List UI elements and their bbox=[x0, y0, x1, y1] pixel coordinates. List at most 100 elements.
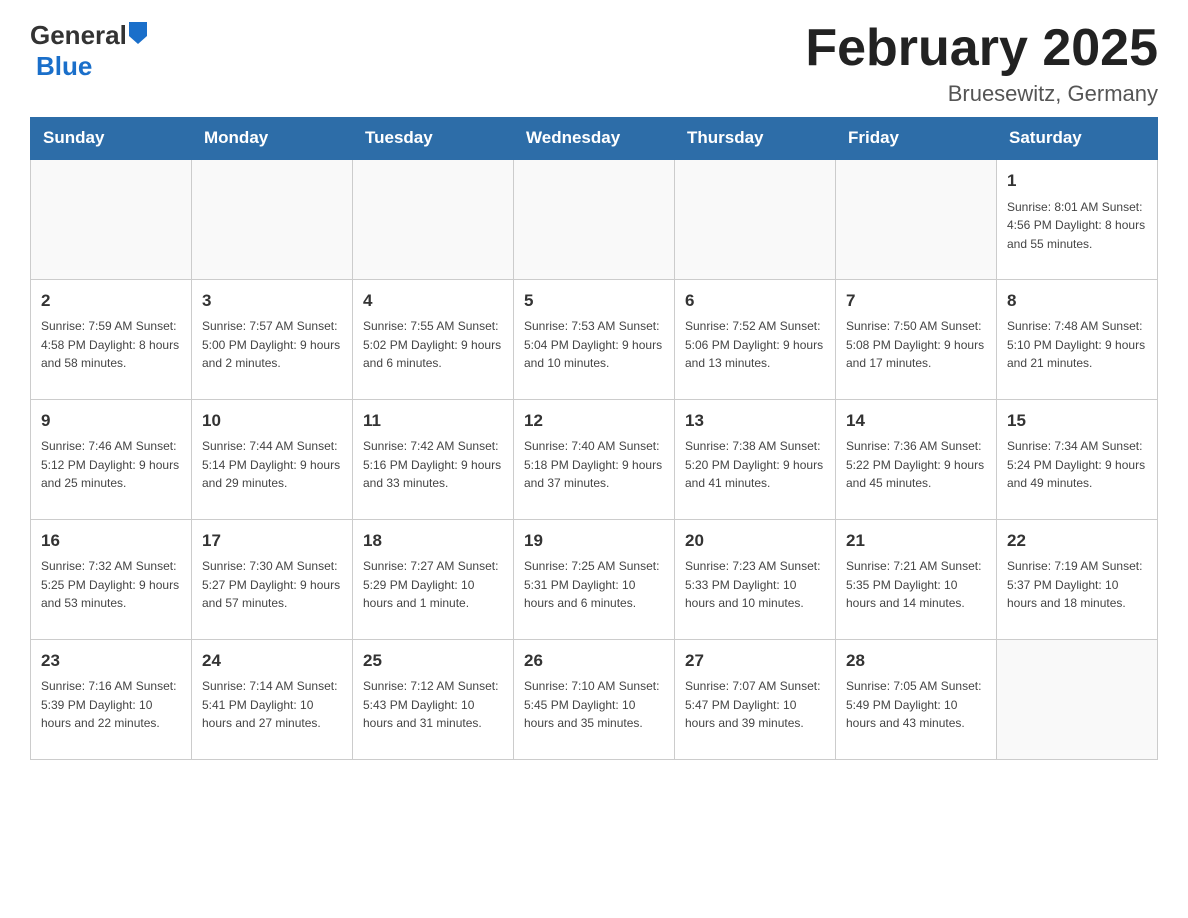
calendar-day-cell: 12 Sunrise: 7:40 AM Sunset: 5:18 PM Dayli… bbox=[514, 399, 675, 519]
calendar-day-cell: 9 Sunrise: 7:46 AM Sunset: 5:12 PM Daylig… bbox=[31, 399, 192, 519]
day-number: 15 bbox=[1007, 408, 1147, 434]
day-info: Sunrise: 7:21 AM Sunset: 5:35 PM Dayligh… bbox=[846, 557, 986, 613]
day-info: Sunrise: 7:50 AM Sunset: 5:08 PM Dayligh… bbox=[846, 317, 986, 373]
day-number: 17 bbox=[202, 528, 342, 554]
calendar-day-cell: 14 Sunrise: 7:36 AM Sunset: 5:22 PM Dayli… bbox=[836, 399, 997, 519]
day-number: 4 bbox=[363, 288, 503, 314]
day-info: Sunrise: 7:14 AM Sunset: 5:41 PM Dayligh… bbox=[202, 677, 342, 733]
day-number: 13 bbox=[685, 408, 825, 434]
calendar-day-cell: 10 Sunrise: 7:44 AM Sunset: 5:14 PM Dayli… bbox=[192, 399, 353, 519]
day-info: Sunrise: 7:07 AM Sunset: 5:47 PM Dayligh… bbox=[685, 677, 825, 733]
day-number: 19 bbox=[524, 528, 664, 554]
logo: General Blue bbox=[30, 20, 147, 82]
day-number: 8 bbox=[1007, 288, 1147, 314]
day-number: 7 bbox=[846, 288, 986, 314]
calendar-day-cell: 8 Sunrise: 7:48 AM Sunset: 5:10 PM Daylig… bbox=[997, 279, 1158, 399]
day-info: Sunrise: 7:46 AM Sunset: 5:12 PM Dayligh… bbox=[41, 437, 181, 493]
day-number: 14 bbox=[846, 408, 986, 434]
calendar-day-cell: 6Sunrise: 7:52 AM Sunset: 5:06 PM Daylig… bbox=[675, 279, 836, 399]
day-number: 10 bbox=[202, 408, 342, 434]
page-title: February 2025 bbox=[805, 20, 1158, 77]
calendar-day-cell: 2 Sunrise: 7:59 AM Sunset: 4:58 PM Daylig… bbox=[31, 279, 192, 399]
calendar-day-cell: 16 Sunrise: 7:32 AM Sunset: 5:25 PM Dayli… bbox=[31, 519, 192, 639]
day-info: Sunrise: 7:44 AM Sunset: 5:14 PM Dayligh… bbox=[202, 437, 342, 493]
day-number: 21 bbox=[846, 528, 986, 554]
day-info: Sunrise: 7:23 AM Sunset: 5:33 PM Dayligh… bbox=[685, 557, 825, 613]
day-info: Sunrise: 7:19 AM Sunset: 5:37 PM Dayligh… bbox=[1007, 557, 1147, 613]
day-info: Sunrise: 8:01 AM Sunset: 4:56 PM Dayligh… bbox=[1007, 198, 1147, 254]
calendar-day-cell: 26Sunrise: 7:10 AM Sunset: 5:45 PM Dayli… bbox=[514, 639, 675, 759]
calendar-day-cell: 3Sunrise: 7:57 AM Sunset: 5:00 PM Daylig… bbox=[192, 279, 353, 399]
logo-general-text: General bbox=[30, 20, 127, 51]
day-number: 26 bbox=[524, 648, 664, 674]
calendar-day-cell bbox=[31, 159, 192, 279]
calendar-day-cell bbox=[675, 159, 836, 279]
calendar-day-cell: 22 Sunrise: 7:19 AM Sunset: 5:37 PM Dayli… bbox=[997, 519, 1158, 639]
calendar-day-cell: 17 Sunrise: 7:30 AM Sunset: 5:27 PM Dayli… bbox=[192, 519, 353, 639]
day-of-week-header: Tuesday bbox=[353, 118, 514, 160]
day-number: 1 bbox=[1007, 168, 1147, 194]
day-number: 25 bbox=[363, 648, 503, 674]
calendar-header-row: SundayMondayTuesdayWednesdayThursdayFrid… bbox=[31, 118, 1158, 160]
calendar-table: SundayMondayTuesdayWednesdayThursdayFrid… bbox=[30, 117, 1158, 760]
calendar-day-cell: 13 Sunrise: 7:38 AM Sunset: 5:20 PM Dayli… bbox=[675, 399, 836, 519]
day-info: Sunrise: 7:30 AM Sunset: 5:27 PM Dayligh… bbox=[202, 557, 342, 613]
day-info: Sunrise: 7:05 AM Sunset: 5:49 PM Dayligh… bbox=[846, 677, 986, 733]
calendar-day-cell: 20Sunrise: 7:23 AM Sunset: 5:33 PM Dayli… bbox=[675, 519, 836, 639]
calendar-day-cell: 4 Sunrise: 7:55 AM Sunset: 5:02 PM Daylig… bbox=[353, 279, 514, 399]
day-info: Sunrise: 7:40 AM Sunset: 5:18 PM Dayligh… bbox=[524, 437, 664, 493]
day-number: 28 bbox=[846, 648, 986, 674]
day-info: Sunrise: 7:53 AM Sunset: 5:04 PM Dayligh… bbox=[524, 317, 664, 373]
calendar-week-row: 9 Sunrise: 7:46 AM Sunset: 5:12 PM Daylig… bbox=[31, 399, 1158, 519]
day-number: 18 bbox=[363, 528, 503, 554]
calendar-day-cell bbox=[836, 159, 997, 279]
calendar-day-cell: 23 Sunrise: 7:16 AM Sunset: 5:39 PM Dayli… bbox=[31, 639, 192, 759]
day-number: 9 bbox=[41, 408, 181, 434]
day-number: 11 bbox=[363, 408, 503, 434]
calendar-day-cell: 5 Sunrise: 7:53 AM Sunset: 5:04 PM Daylig… bbox=[514, 279, 675, 399]
day-number: 16 bbox=[41, 528, 181, 554]
day-of-week-header: Monday bbox=[192, 118, 353, 160]
day-number: 27 bbox=[685, 648, 825, 674]
day-number: 12 bbox=[524, 408, 664, 434]
day-info: Sunrise: 7:36 AM Sunset: 5:22 PM Dayligh… bbox=[846, 437, 986, 493]
calendar-day-cell: 24 Sunrise: 7:14 AM Sunset: 5:41 PM Dayli… bbox=[192, 639, 353, 759]
day-number: 24 bbox=[202, 648, 342, 674]
calendar-day-cell: 11 Sunrise: 7:42 AM Sunset: 5:16 PM Dayli… bbox=[353, 399, 514, 519]
calendar-day-cell bbox=[514, 159, 675, 279]
day-info: Sunrise: 7:55 AM Sunset: 5:02 PM Dayligh… bbox=[363, 317, 503, 373]
calendar-day-cell: 28 Sunrise: 7:05 AM Sunset: 5:49 PM Dayli… bbox=[836, 639, 997, 759]
calendar-day-cell: 1 Sunrise: 8:01 AM Sunset: 4:56 PM Daylig… bbox=[997, 159, 1158, 279]
calendar-day-cell bbox=[353, 159, 514, 279]
day-info: Sunrise: 7:38 AM Sunset: 5:20 PM Dayligh… bbox=[685, 437, 825, 493]
day-number: 23 bbox=[41, 648, 181, 674]
day-number: 22 bbox=[1007, 528, 1147, 554]
calendar-day-cell: 19Sunrise: 7:25 AM Sunset: 5:31 PM Dayli… bbox=[514, 519, 675, 639]
day-number: 5 bbox=[524, 288, 664, 314]
logo-chevron-icon bbox=[129, 22, 147, 49]
day-number: 2 bbox=[41, 288, 181, 314]
logo-blue-text: Blue bbox=[36, 51, 92, 81]
day-info: Sunrise: 7:42 AM Sunset: 5:16 PM Dayligh… bbox=[363, 437, 503, 493]
day-number: 3 bbox=[202, 288, 342, 314]
day-of-week-header: Thursday bbox=[675, 118, 836, 160]
day-of-week-header: Sunday bbox=[31, 118, 192, 160]
calendar-day-cell: 27 Sunrise: 7:07 AM Sunset: 5:47 PM Dayli… bbox=[675, 639, 836, 759]
calendar-week-row: 16 Sunrise: 7:32 AM Sunset: 5:25 PM Dayli… bbox=[31, 519, 1158, 639]
day-number: 6 bbox=[685, 288, 825, 314]
calendar-day-cell: 18Sunrise: 7:27 AM Sunset: 5:29 PM Dayli… bbox=[353, 519, 514, 639]
calendar-day-cell: 7 Sunrise: 7:50 AM Sunset: 5:08 PM Daylig… bbox=[836, 279, 997, 399]
title-block: February 2025 Bruesewitz, Germany bbox=[805, 20, 1158, 107]
calendar-week-row: 2 Sunrise: 7:59 AM Sunset: 4:58 PM Daylig… bbox=[31, 279, 1158, 399]
day-of-week-header: Saturday bbox=[997, 118, 1158, 160]
calendar-week-row: 23 Sunrise: 7:16 AM Sunset: 5:39 PM Dayli… bbox=[31, 639, 1158, 759]
calendar-day-cell bbox=[192, 159, 353, 279]
calendar-week-row: 1 Sunrise: 8:01 AM Sunset: 4:56 PM Daylig… bbox=[31, 159, 1158, 279]
day-info: Sunrise: 7:34 AM Sunset: 5:24 PM Dayligh… bbox=[1007, 437, 1147, 493]
day-of-week-header: Wednesday bbox=[514, 118, 675, 160]
day-info: Sunrise: 7:48 AM Sunset: 5:10 PM Dayligh… bbox=[1007, 317, 1147, 373]
day-info: Sunrise: 7:16 AM Sunset: 5:39 PM Dayligh… bbox=[41, 677, 181, 733]
day-info: Sunrise: 7:32 AM Sunset: 5:25 PM Dayligh… bbox=[41, 557, 181, 613]
day-info: Sunrise: 7:12 AM Sunset: 5:43 PM Dayligh… bbox=[363, 677, 503, 733]
day-info: Sunrise: 7:59 AM Sunset: 4:58 PM Dayligh… bbox=[41, 317, 181, 373]
